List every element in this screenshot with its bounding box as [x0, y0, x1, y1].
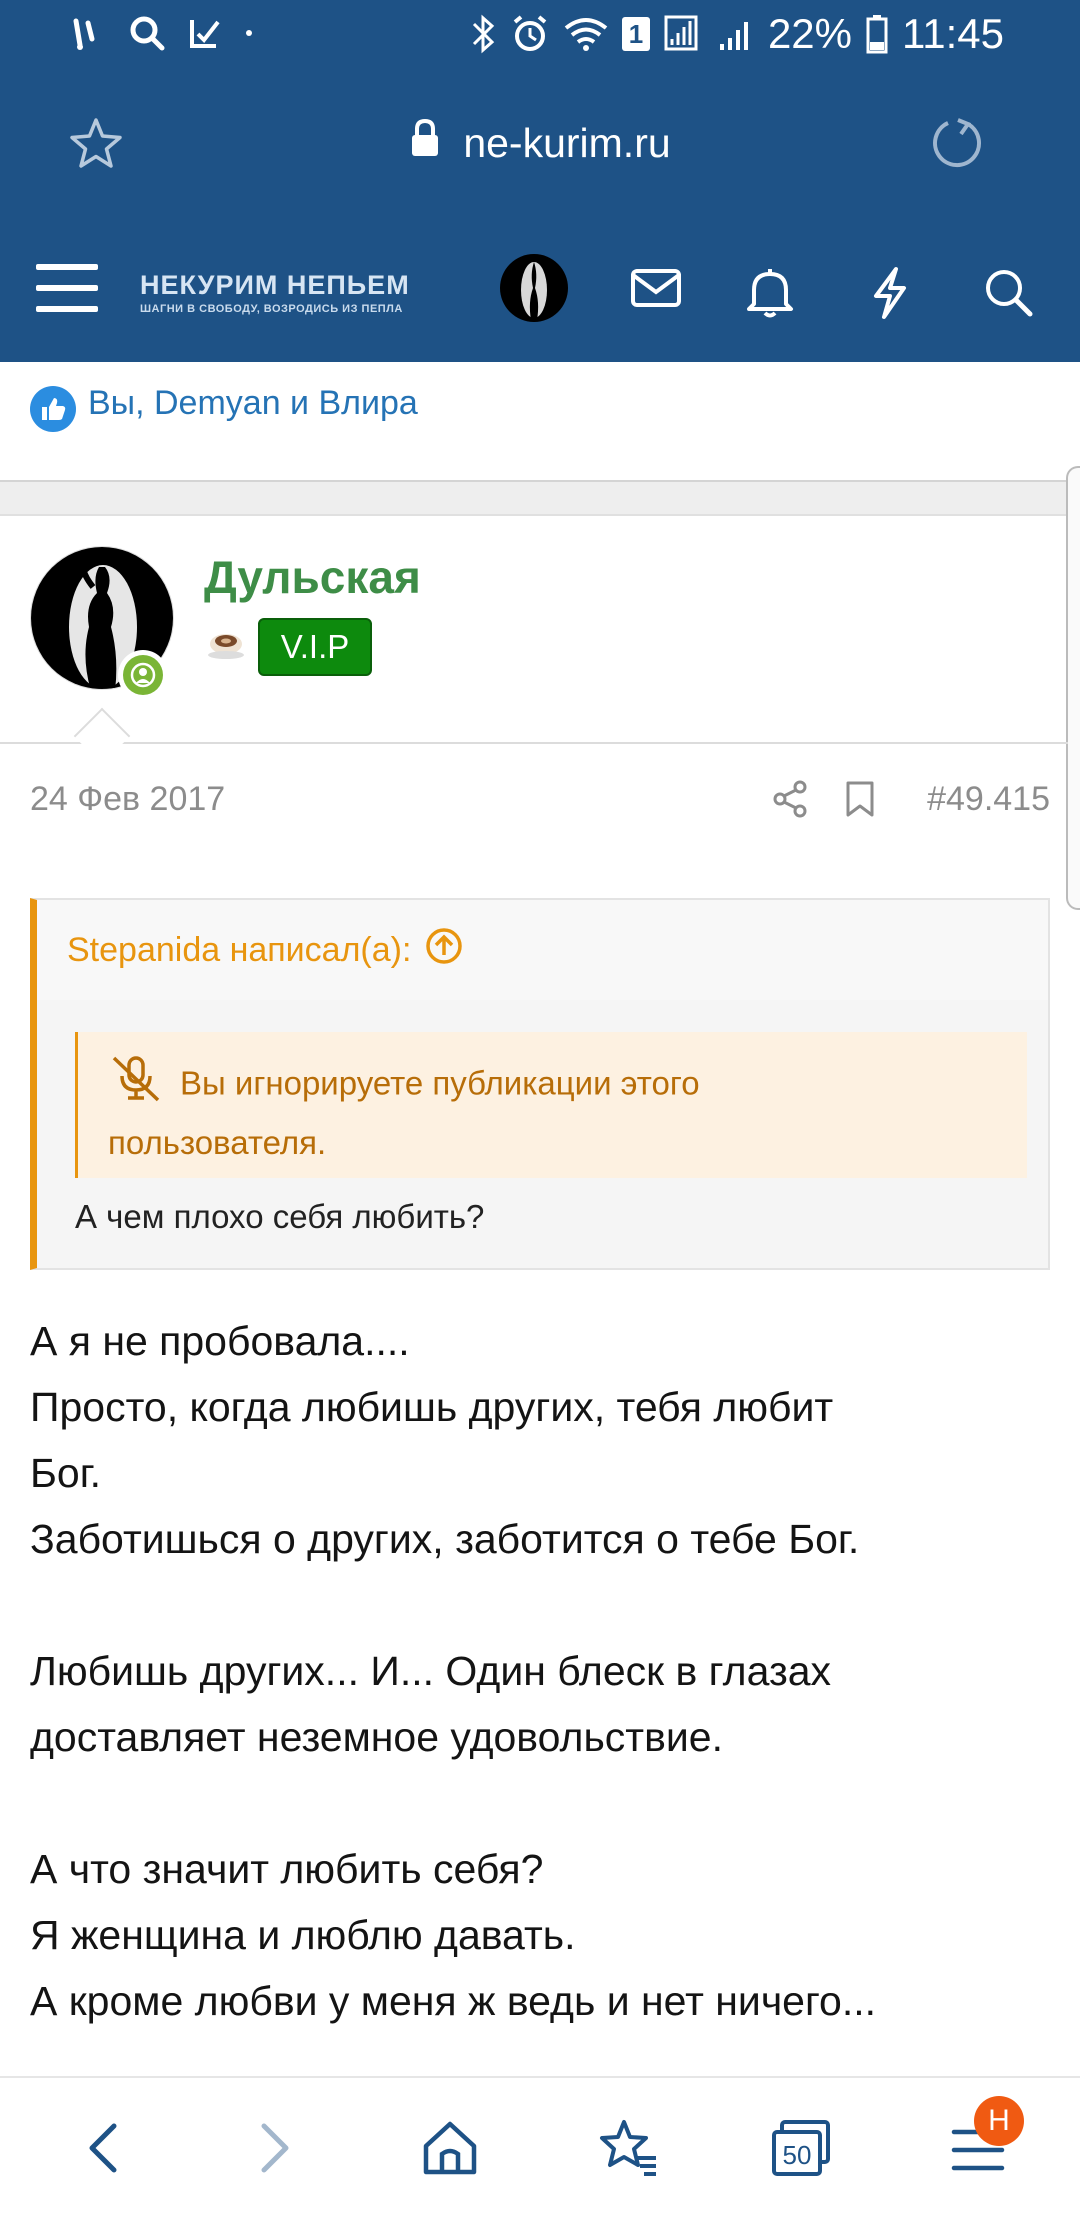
ignore-notice-line2: пользователя.: [108, 1124, 327, 1161]
post-line: А я не пробовала....: [30, 1318, 410, 1364]
search-icon: [128, 14, 166, 52]
mail-icon[interactable]: [630, 266, 682, 315]
logo-title: НЕКУРИМ НЕПЬЕМ: [140, 270, 410, 300]
like-icon: [30, 386, 76, 432]
clock: 11:45: [902, 10, 1004, 57]
battery-icon: [866, 14, 888, 54]
user-avatar[interactable]: [500, 254, 568, 322]
post-date[interactable]: 24 Фев 2017: [30, 780, 225, 819]
vip-badge: V.I.P: [258, 618, 372, 676]
site-navbar: НЕКУРИМ НЕПЬЕМ ШАГНИ В СВОБОДУ, ВОЗРОДИС…: [0, 220, 1080, 362]
menu-notification-badge: H: [974, 2096, 1024, 2146]
author-name[interactable]: Дульская: [204, 550, 421, 604]
lock-icon: [409, 118, 441, 168]
coffee-icon: [206, 622, 246, 671]
home-icon[interactable]: [420, 2118, 480, 2183]
battery-percent: 22%: [767, 10, 852, 57]
cell-signal-icon: [664, 15, 704, 53]
ignore-notice-line1: Вы игнорируете публикации этого: [180, 1064, 700, 1102]
bolt-icon[interactable]: [870, 266, 910, 325]
url-text: ne-kurim.ru: [463, 119, 671, 166]
signal-icon: [70, 15, 106, 51]
search-icon[interactable]: [982, 266, 1034, 323]
bluetooth-icon: [470, 14, 496, 54]
dot-icon: [244, 28, 254, 38]
check-icon: [188, 16, 222, 50]
post-line: Любишь других... И... Один блеск в глаза…: [30, 1648, 832, 1694]
post-line: Я женщина и люблю давать.: [30, 1912, 576, 1958]
ignore-notice: Вы игнорируете публикации этого пользова…: [75, 1032, 1027, 1178]
quote-block: Stepanida написал(а): Вы игнорируете пуб…: [30, 898, 1050, 1270]
site-logo[interactable]: НЕКУРИМ НЕПЬЕМ ШАГНИ В СВОБОДУ, ВОЗРОДИС…: [140, 270, 410, 315]
post-author-block: Дульская V.I.P: [0, 516, 1068, 744]
tabs-icon[interactable]: 50: [770, 2118, 832, 2183]
reload-icon[interactable]: [928, 114, 988, 179]
quote-header[interactable]: Stepanida написал(а):: [37, 900, 1048, 1000]
bookmark-icon[interactable]: [844, 780, 876, 823]
quote-text: А чем плохо себя любить?: [75, 1198, 485, 1235]
forward-icon[interactable]: [256, 2118, 296, 2183]
post-line: Бог.: [30, 1450, 102, 1496]
bookmarks-icon[interactable]: [596, 2118, 660, 2183]
browser-url-bar: ne-kurim.ru: [0, 70, 1080, 220]
divider: [0, 480, 1080, 516]
quote-author: Stepanida написал(а):: [67, 930, 412, 969]
post-line: доставляет неземное удовольствие.: [30, 1714, 723, 1760]
wifi-icon: [564, 16, 608, 52]
post-number[interactable]: #49.415: [927, 780, 1050, 819]
sim-badge: 1: [621, 17, 650, 51]
logo-tagline: ШАГНИ В СВОБОДУ, ВОЗРОДИСЬ ИЗ ПЕПЛА: [140, 303, 403, 315]
bell-icon[interactable]: [746, 266, 794, 323]
arrow-up-icon[interactable]: [425, 927, 463, 974]
online-indicator: [118, 650, 168, 700]
post-body: А я не пробовала.... Просто, когда любиш…: [30, 1308, 1060, 2034]
cell-signal-2-icon: [718, 16, 754, 52]
tabs-count: 50: [783, 2140, 812, 2170]
menu-icon[interactable]: [34, 258, 100, 323]
status-bar: 1 22% 11:45: [0, 0, 1080, 70]
post-line: А что значит любить себя?: [30, 1846, 544, 1892]
post-line: Просто, когда любишь других, тебя любит: [30, 1384, 834, 1430]
back-icon[interactable]: [82, 2118, 122, 2183]
post-line: А кроме любви у меня ж ведь и нет ничего…: [30, 1978, 877, 2024]
reactions-bar: Вы, Demyan и Влира: [0, 362, 1080, 480]
post-meta: 24 Фев 2017 #49.415: [30, 780, 1050, 820]
address-field[interactable]: ne-kurim.ru: [0, 118, 1080, 168]
scroll-handle[interactable]: [1066, 466, 1080, 910]
reactions-list[interactable]: Вы, Demyan и Влира: [88, 384, 418, 423]
mute-icon: [108, 1054, 166, 1118]
share-icon[interactable]: [772, 780, 808, 823]
post-line: Заботишься о других, заботится о тебе Бо…: [30, 1516, 860, 1562]
alarm-icon: [510, 14, 550, 54]
browser-bottom-nav: 50: [0, 2076, 1080, 2220]
